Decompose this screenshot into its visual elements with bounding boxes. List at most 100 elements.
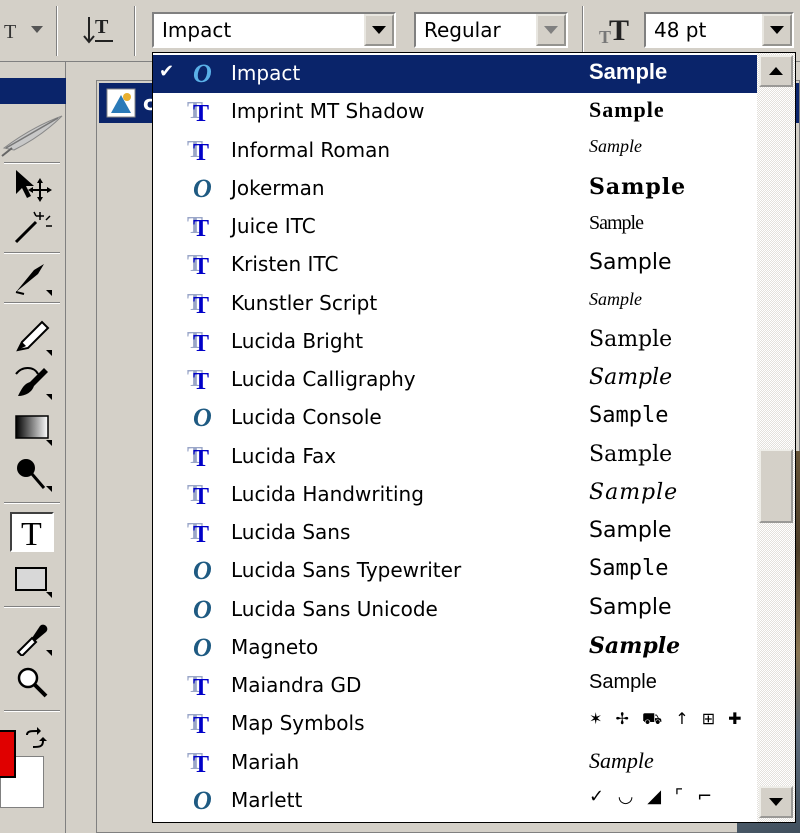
font-list-item[interactable]: O Marlett ✓ ◡ ◢ ⌜ ⌐ <box>153 782 757 820</box>
font-style-combobox[interactable]: Regular <box>414 12 568 48</box>
truetype-icon: TT <box>187 480 210 510</box>
font-list-item[interactable]: T T Mariah Sample <box>153 744 757 782</box>
scroll-up-button[interactable] <box>759 55 793 87</box>
font-family-dropdown-button[interactable] <box>364 14 394 46</box>
move-tool[interactable] <box>10 166 54 206</box>
opentype-icon: O <box>193 785 212 815</box>
truetype-icon: TT <box>187 672 210 701</box>
font-style-dropdown-button[interactable] <box>536 14 566 46</box>
toolbox-title-bar[interactable] <box>0 78 66 104</box>
chevron-down-icon <box>31 26 43 33</box>
truetype-icon: TT <box>187 327 210 357</box>
opentype-icon: O <box>193 173 212 203</box>
dodge-icon <box>17 459 52 492</box>
magnifier-icon <box>17 667 48 698</box>
pencil-tool[interactable] <box>10 318 54 358</box>
font-list-item[interactable]: T T Lucida Fax Sample <box>153 438 757 476</box>
font-list-item[interactable]: O Lucida Console Sample <box>153 399 757 437</box>
font-family-dropdown-list[interactable]: ✔ O Impact Sample T T Imprint MT Shadow Sample T… <box>152 52 796 823</box>
font-list-item[interactable]: T T Imprint MT Shadow Sample <box>153 93 757 131</box>
font-sample: ✶ ✢ ⛟ ↑ ⊞ ✚ <box>589 709 746 729</box>
font-list-item[interactable]: T T Juice ITC Sample <box>153 208 757 246</box>
vertical-scrollbar[interactable] <box>757 53 795 822</box>
font-name: Lucida Sans Unicode <box>231 596 438 621</box>
font-style-value: Regular <box>424 18 501 42</box>
font-list-item[interactable]: T T Lucida Sans Sample <box>153 514 757 552</box>
magic-wand-icon <box>14 211 52 244</box>
font-size-dropdown-button[interactable] <box>762 14 792 46</box>
font-list-item[interactable]: O Jokerman Sample <box>153 170 757 208</box>
font-sample: ✓ ◡ ◢ ⌜ ⌐ <box>589 785 717 807</box>
font-list-item[interactable]: T T Kristen ITC Sample <box>153 246 757 284</box>
font-sample: Sample <box>589 59 668 84</box>
font-list-item[interactable]: T T Lucida Bright Sample <box>153 323 757 361</box>
zoom-tool[interactable] <box>10 662 54 702</box>
eyedropper-tool[interactable] <box>10 618 54 658</box>
font-sample: Sample <box>589 594 672 620</box>
history-brush-tool[interactable] <box>10 362 54 402</box>
font-list-item[interactable]: T T Lucida Calligraphy Sample <box>153 361 757 399</box>
font-name: Mariah <box>231 749 300 774</box>
toolbox-divider <box>4 302 60 304</box>
dodge-tool[interactable] <box>10 454 54 494</box>
font-name: Maiandra GD <box>231 673 362 697</box>
font-list-item[interactable]: T T Map Symbols ✶ ✢ ⛟ ↑ ⊞ ✚ <box>153 705 757 743</box>
tool-preset-dropdown-arrow[interactable] <box>26 10 48 50</box>
font-list-item[interactable]: T T Informal Roman Sample <box>153 132 757 170</box>
toolbar-divider <box>582 6 584 56</box>
truetype-icon: TT <box>187 213 210 242</box>
font-list-item[interactable]: O Magneto Sample <box>153 629 757 667</box>
truetype-icon: TT <box>187 442 210 472</box>
tool-preset-button[interactable]: T <box>0 10 22 50</box>
font-family-combobox[interactable]: Impact <box>152 12 396 48</box>
font-list-item[interactable]: O Lucida Sans Typewriter Sample <box>153 552 757 590</box>
font-name: Magneto <box>231 634 319 659</box>
font-name: Lucida Handwriting <box>231 481 424 506</box>
toolbox-divider <box>4 502 60 504</box>
font-name: Lucida Sans Typewriter <box>231 558 462 583</box>
svg-text:T: T <box>21 516 42 549</box>
scrollbar-thumb[interactable] <box>759 449 793 523</box>
text-orientation-button[interactable]: T <box>76 10 120 50</box>
magic-wand-tool[interactable] <box>10 208 54 248</box>
chevron-down-icon <box>770 26 784 34</box>
feather-logo[interactable] <box>0 106 66 162</box>
toolbar-divider <box>134 6 136 56</box>
font-list-item[interactable]: ✔ O Impact Sample <box>153 55 757 93</box>
slice-tool[interactable] <box>10 258 54 298</box>
shape-tool[interactable] <box>10 560 54 600</box>
gradient-icon <box>15 415 52 446</box>
font-sample: Sample <box>589 671 657 693</box>
document-icon <box>106 88 136 118</box>
text-tool-icon: T <box>4 21 16 40</box>
svg-text:T: T <box>95 16 109 38</box>
font-size-combobox[interactable]: 48 pt <box>644 12 794 48</box>
font-list-item[interactable]: T T Maiandra GD Sample <box>153 667 757 705</box>
truetype-icon: TT <box>187 748 210 778</box>
font-name: Imprint MT Shadow <box>231 99 425 124</box>
svg-text:T: T <box>609 14 629 46</box>
gradient-tool[interactable] <box>10 408 54 448</box>
font-list-item[interactable]: T T Kunstler Script Sample <box>153 285 757 323</box>
slice-knife-icon <box>15 264 52 296</box>
font-sample: Sample <box>589 365 673 390</box>
truetype-icon: TT <box>187 519 210 548</box>
type-tool[interactable]: T <box>10 512 54 552</box>
truetype-icon: TT <box>187 710 210 740</box>
opentype-icon: O <box>193 632 212 662</box>
checkmark-icon: ✔ <box>159 61 175 82</box>
scroll-down-button[interactable] <box>759 786 793 818</box>
swap-colors-button[interactable] <box>20 724 50 754</box>
font-name: Lucida Sans <box>231 520 351 544</box>
font-name: Lucida Fax <box>231 443 337 468</box>
swap-arrows-icon <box>26 727 47 748</box>
font-sample: Sample <box>589 250 672 276</box>
font-family-value: Impact <box>162 18 232 42</box>
font-list-item[interactable]: T T Lucida Handwriting Sample <box>153 476 757 514</box>
truetype-icon: TT <box>187 98 210 128</box>
opentype-icon: O <box>193 403 212 433</box>
foreground-color-swatch[interactable] <box>0 730 16 778</box>
font-name: Lucida Console <box>231 405 382 430</box>
opentype-icon: O <box>193 594 212 624</box>
font-list-item[interactable]: O Lucida Sans Unicode Sample <box>153 591 757 629</box>
